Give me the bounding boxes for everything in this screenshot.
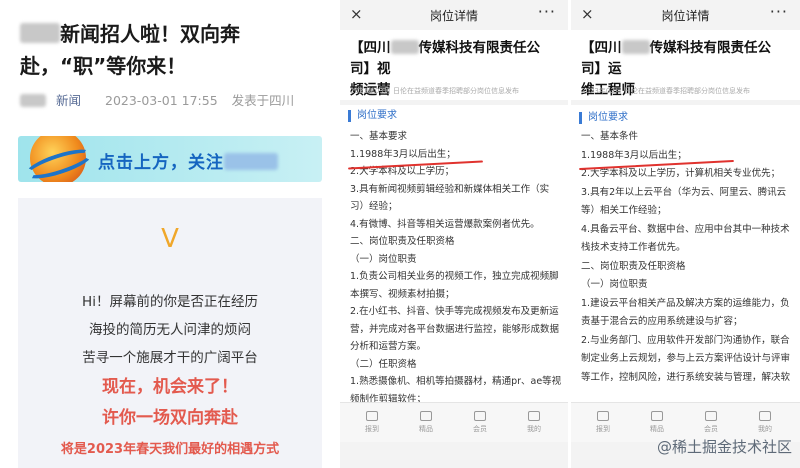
tab-item[interactable]: 会员 (691, 411, 731, 434)
requirement-line: 等）相关工作经验； (581, 205, 667, 216)
recruit-card: V Hi！屏幕前的你是否正在经历 海投的简历无人问津的烦闷 苦寻一个施展才干的广… (18, 198, 322, 468)
requirement-line: 一、基本条件 (581, 131, 639, 142)
requirement-line: 4.有微博、抖音等相关运营爆款案例者优先。 (350, 218, 540, 230)
phone-screenshot-video-ops: × 岗位详情 ··· 【四川 传媒科技有限责任公司】视 频运营 2023年03月 日… (340, 0, 568, 468)
tab-item[interactable]: 我的 (745, 411, 785, 434)
requirement-line: 营，并完成对各平台数据进行监控，能够形成数据 (350, 323, 560, 335)
more-icon[interactable]: ··· (538, 2, 556, 21)
job-detail-sheet: 【四川 传媒科技有限责任公司】视 频运营 2023年03月 日伦在益频道春季招聘部分… (340, 30, 568, 402)
requirement-line: （一）岗位职责 (350, 253, 417, 265)
job-subtitle: 2023年03月 日伦在益频道春季招聘部分岗位信息发布 (581, 87, 750, 95)
requirement-line: 2.在小红书、抖音、快手等完成视频发布及更新运 (350, 306, 559, 317)
tab-icon (759, 411, 771, 421)
tab-icon (705, 411, 717, 421)
requirement-line: 1.熟悉摄像机、相机等拍摄器材，精通pr、ae等视 (350, 376, 562, 387)
phone-screenshot-ops-engineer: × 岗位详情 ··· 【四川 传媒科技有限责任公司】运 维工程师 2023年03月 … (571, 0, 800, 468)
requirement-line: 一、基本要求 (350, 131, 408, 142)
article-time: 2023-03-01 17:55 (105, 93, 218, 108)
section-divider (571, 100, 800, 105)
job-detail-sheet: 【四川 传媒科技有限责任公司】运 维工程师 2023年03月 日伦在益频道春季招聘部… (571, 30, 800, 402)
article-source[interactable]: 新闻 (20, 93, 91, 108)
job-subtitle: 2023年03月 日伦在益频道春季招聘部分岗位信息发布 (350, 87, 519, 95)
card-highlight: 许你一场双向奔赴 (102, 408, 238, 428)
section-heading: 岗位要求 (348, 110, 397, 122)
requirement-line: 分析和运营方案。 (350, 341, 427, 352)
requirement-line: 本撰写、视频素材拍摄； (350, 288, 455, 300)
requirement-line: 频制作剪辑软件； (350, 393, 427, 403)
requirement-line: 习）经验； (350, 201, 398, 212)
requirement-line: （二）任职资格 (350, 358, 417, 370)
card-line: 苦寻一个施展才干的广阔平台 (82, 350, 258, 366)
tab-item[interactable]: 会员 (460, 411, 500, 434)
section-heading: 岗位要求 (579, 112, 628, 124)
requirement-line: 1.负责公司相关业务的视频工作，独立完成视频脚 (350, 271, 559, 282)
tab-icon (528, 411, 540, 421)
banner-text: 点击上方，关注 (98, 148, 278, 173)
requirement-line: 3.具有新闻视频剪辑经验和新媒体相关工作（实 (350, 183, 550, 195)
v-mark: V (161, 224, 179, 254)
card-highlight: 现在，机会来了！ (102, 377, 238, 397)
card-line: 海投的简历无人问津的烦闷 (89, 322, 251, 338)
tab-icon (366, 411, 378, 421)
phone-bottom-area (340, 442, 568, 468)
blurred-brand (20, 23, 60, 44)
page-title: 岗位详情 (429, 9, 478, 23)
phone-topbar: × 岗位详情 ··· (340, 0, 568, 30)
requirement-line: 3.具有2年以上云平台（华为云、阿里云、腾讯云 (581, 186, 787, 198)
article-panel: 新闻招人啦！双向奔赴，“职”等你来！ 新闻 2023-03-01 17:55 发… (0, 0, 340, 468)
requirement-line: 4.具备云平台、数据中台、应用中台其中一种技术 (581, 223, 790, 235)
requirement-line: 栈技术支持工作者优先。 (581, 242, 686, 253)
phone-topbar: × 岗位详情 ··· (571, 0, 800, 30)
requirement-line: 2.大学本科及以上学历，计算机相关专业优先； (581, 168, 781, 179)
requirement-line: 2.与业务部门、应用软件开发部门沟通协作，联合 (581, 334, 790, 346)
requirement-line: 等工作，控制风险，进行系统安装与管理，解决软 (581, 371, 791, 383)
more-icon[interactable]: ··· (770, 2, 788, 21)
requirement-line: 责基于混合云的应用系统建设与扩容； (581, 316, 743, 327)
card-tagline: 将是2023年春天我们最好的相遇方式 (60, 442, 280, 457)
tab-icon (474, 411, 486, 421)
tab-item[interactable]: 精品 (406, 411, 446, 434)
tab-item[interactable]: 我的 (514, 411, 554, 434)
follow-banner[interactable]: 点击上方，关注 (18, 136, 322, 182)
requirement-line: 1.1988年3月以后出生； (581, 149, 687, 161)
requirement-line: 二、岗位职责及任职资格 (350, 236, 455, 247)
requirement-line: （一）岗位职责 (581, 279, 648, 290)
tab-item[interactable]: 报到 (583, 411, 623, 434)
requirement-line: 1.1988年3月以后出生； (350, 148, 456, 160)
requirement-line: 1.建设云平台相关产品及解决方案的运维能力，负 (581, 297, 790, 309)
tab-item[interactable]: 精品 (637, 411, 677, 434)
watermark: @稀土掘金技术社区 (656, 438, 792, 456)
article-location: 发表于四川 (231, 93, 295, 108)
bottom-tabbar: 报到 精品 会员 我的 (340, 402, 568, 442)
requirement-line: 二、岗位职责及任职资格 (581, 260, 686, 272)
tab-icon (651, 411, 663, 421)
tab-icon (420, 411, 432, 421)
tab-item[interactable]: 报到 (352, 411, 392, 434)
page-title: 岗位详情 (661, 9, 710, 23)
article-meta: 新闻 2023-03-01 17:55 发表于四川 (20, 90, 304, 109)
article-title: 新闻招人啦！双向奔赴，“职”等你来！ (20, 22, 240, 78)
tab-icon (597, 411, 609, 421)
card-line: Hi！屏幕前的你是否正在经历 (82, 294, 258, 310)
requirement-line: 制定业务上云规划，参与上云方案评估设计与评审 (581, 353, 791, 364)
section-divider (340, 100, 568, 105)
